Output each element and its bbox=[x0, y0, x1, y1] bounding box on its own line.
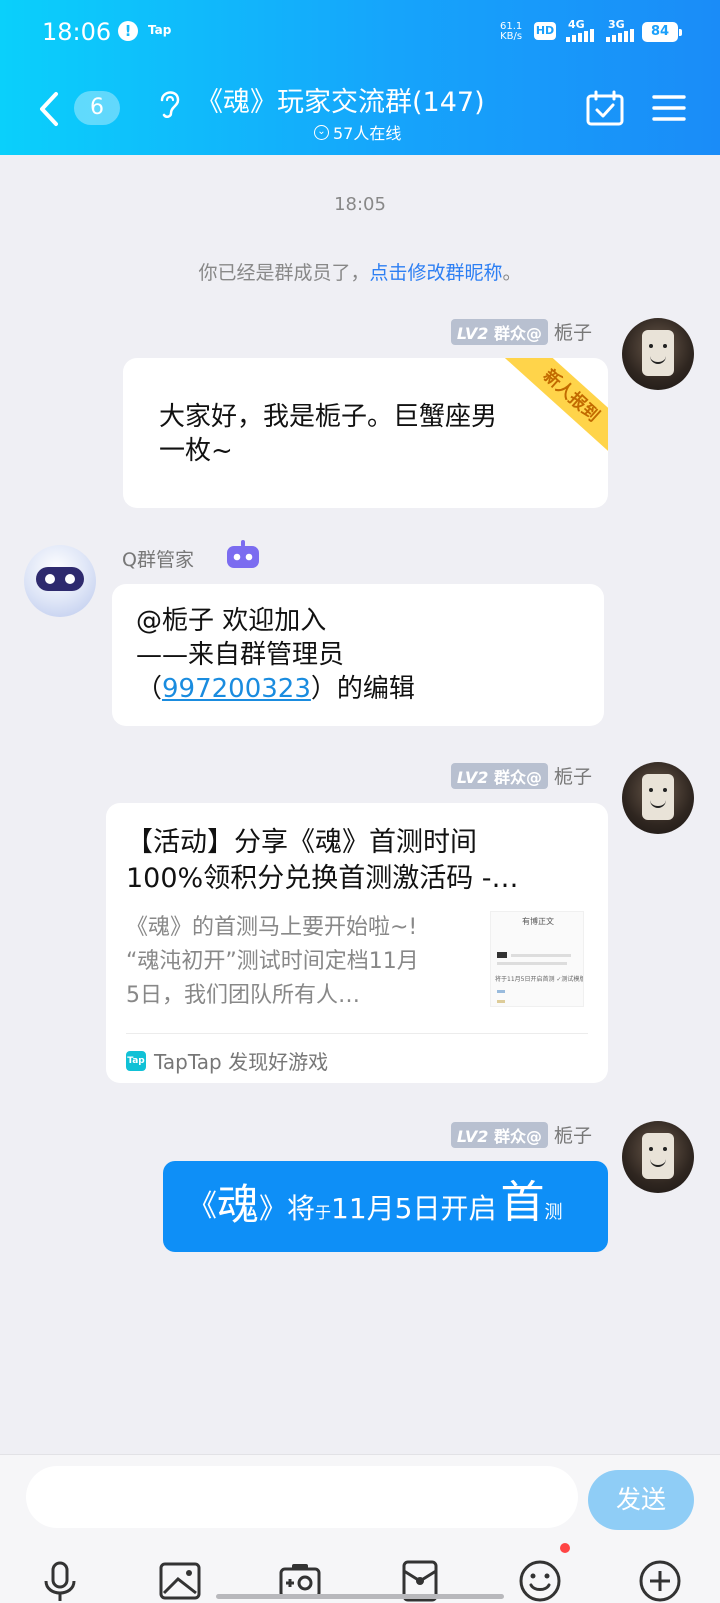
input-bar: 发送 bbox=[0, 1454, 720, 1603]
thumb-mark bbox=[497, 990, 505, 993]
message-line: （997200323）的编辑 bbox=[136, 672, 415, 706]
message-line: @栀子 欢迎加入 bbox=[136, 606, 327, 636]
admin-qq-link[interactable]: 997200323 bbox=[162, 674, 311, 704]
calendar-check-icon[interactable] bbox=[586, 90, 624, 126]
message-bubble[interactable]: 大家好，我是栀子。巨蟹座男 一枚~ 新人报到 bbox=[123, 358, 608, 508]
card-desc-line: 5日，我们团队所有人… bbox=[126, 983, 360, 1008]
chat-header: 18:06 ! Tap 61.1 KB/s HD 4G 3G 84 6 《魂》玩… bbox=[0, 0, 720, 155]
message-text: @栀子 欢迎加入 ——来自群管理员 （997200323）的编辑 bbox=[136, 604, 415, 706]
edit-nickname-link[interactable]: 点击修改群昵称 bbox=[369, 262, 502, 284]
thumb-line bbox=[511, 954, 571, 957]
level-badge: LV2 bbox=[456, 323, 489, 343]
message-text: 大家好，我是栀子。巨蟹座男 一枚~ bbox=[159, 400, 497, 468]
online-status[interactable]: ⌄ 57人在线 bbox=[314, 120, 401, 144]
system-message: 你已经是群成员了，点击修改群昵称。 bbox=[0, 258, 720, 285]
role-label: 群众@ bbox=[493, 1126, 542, 1146]
thumb-title: 有博正文 bbox=[522, 917, 554, 926]
chat-timestamp: 18:05 bbox=[334, 194, 386, 215]
bot-sender-name[interactable]: Q群管家 bbox=[122, 545, 194, 572]
message-text-part: （ bbox=[136, 674, 163, 704]
bot-avatar[interactable] bbox=[24, 545, 96, 617]
message-text-part: 测 bbox=[544, 1202, 563, 1223]
status-time: 18:06 bbox=[42, 18, 112, 46]
user-avatar[interactable] bbox=[622, 318, 694, 390]
chevron-down-circle-icon: ⌄ bbox=[314, 124, 329, 140]
message-text-part: ）的编辑 bbox=[310, 674, 415, 704]
sender-name[interactable]: 栀子 bbox=[554, 762, 592, 789]
card-title-line: 【活动】分享《魂》首测时间 bbox=[126, 827, 477, 858]
level-tag: LV2 群众@ bbox=[450, 318, 548, 345]
card-thumbnail: 有博正文 将于11月5日开启首测 ✓测试模版 bbox=[490, 911, 584, 1007]
menu-icon[interactable] bbox=[652, 94, 686, 122]
styled-message-bubble[interactable]: 《 魂 》将 于 11月5日开启 首 测 bbox=[163, 1161, 608, 1252]
user-avatar[interactable] bbox=[622, 1121, 694, 1193]
system-message-suffix: 。 bbox=[502, 262, 522, 284]
signal-bars-icon bbox=[566, 28, 594, 42]
role-label: 群众@ bbox=[493, 323, 542, 343]
card-desc-line: 《魂》的首测马上要开始啦~! bbox=[126, 915, 418, 940]
online-count: 57人在线 bbox=[333, 124, 402, 143]
sender-info: LV2 群众@ 栀子 bbox=[450, 1121, 592, 1148]
level-badge: LV2 bbox=[456, 1126, 489, 1146]
ear-icon[interactable] bbox=[156, 86, 184, 120]
taptap-icon: Tap bbox=[126, 1050, 146, 1071]
user-avatar[interactable] bbox=[622, 762, 694, 834]
message-text: 《 魂 》将 于 11月5日开启 首 测 bbox=[187, 1175, 563, 1231]
role-label: 群众@ bbox=[493, 767, 542, 787]
level-tag: LV2 群众@ bbox=[450, 1121, 548, 1148]
share-card[interactable]: 【活动】分享《魂》首测时间 100%领积分兑换首测激活码 -… 《魂》的首测马上… bbox=[106, 803, 608, 1083]
sender-info: LV2 群众@ 栀子 bbox=[450, 318, 592, 345]
message-bubble[interactable]: @栀子 欢迎加入 ——来自群管理员 （997200323）的编辑 bbox=[112, 584, 604, 726]
robot-icon bbox=[227, 540, 259, 568]
card-source: Tap TapTap 发现好游戏 bbox=[126, 1033, 588, 1075]
thumb-mark bbox=[497, 1000, 505, 1003]
emoji-icon[interactable] bbox=[518, 1559, 562, 1603]
card-desc-line: “魂沌初开”测试时间定档11月 bbox=[126, 949, 419, 974]
sender-name[interactable]: 栀子 bbox=[554, 1121, 592, 1148]
message-text-part: 》将 bbox=[259, 1192, 316, 1225]
card-source-label: TapTap 发现好游戏 bbox=[154, 1050, 329, 1074]
level-badge: LV2 bbox=[456, 767, 489, 787]
battery-icon: 84 bbox=[642, 22, 682, 42]
group-title[interactable]: 《魂》玩家交流群(147) bbox=[196, 80, 485, 119]
thumb-line bbox=[497, 962, 567, 965]
unread-count-badge[interactable]: 6 bbox=[74, 91, 120, 125]
message-line: 一枚~ bbox=[159, 436, 233, 466]
card-title: 【活动】分享《魂》首测时间 100%领积分兑换首测激活码 -… bbox=[126, 825, 566, 897]
card-description: 《魂》的首测马上要开始啦~! “魂沌初开”测试时间定档11月 5日，我们团队所有… bbox=[126, 911, 476, 1013]
sender-info: LV2 群众@ 栀子 bbox=[450, 762, 592, 789]
card-title-line: 100%领积分兑换首测激活码 -… bbox=[126, 863, 519, 894]
back-arrow-icon[interactable] bbox=[34, 88, 64, 130]
system-message-text: 你已经是群成员了， bbox=[198, 262, 370, 284]
thumb-caption: 将于11月5日开启首测 ✓测试模版 bbox=[495, 976, 583, 983]
microphone-icon[interactable] bbox=[38, 1559, 82, 1603]
message-text-part: 11月5日开启 bbox=[331, 1192, 497, 1225]
network-speed-unit: KB/s bbox=[500, 31, 523, 42]
alert-icon: ! bbox=[118, 21, 138, 41]
message-text-part: 《 bbox=[187, 1189, 217, 1224]
notification-dot bbox=[560, 1543, 570, 1553]
taptap-notification-icon: Tap bbox=[148, 23, 172, 37]
message-text-part: 魂 bbox=[217, 1180, 260, 1229]
newcomer-ribbon: 新人报到 bbox=[504, 358, 608, 459]
home-indicator[interactable] bbox=[216, 1594, 504, 1599]
signal-bars-icon bbox=[606, 28, 634, 42]
image-icon[interactable] bbox=[158, 1559, 202, 1603]
message-text-part: 首 bbox=[500, 1177, 545, 1228]
message-line: 大家好，我是栀子。巨蟹座男 bbox=[159, 402, 498, 432]
plus-icon[interactable] bbox=[638, 1559, 682, 1603]
message-text-part: 于 bbox=[315, 1203, 332, 1222]
sender-name[interactable]: 栀子 bbox=[554, 318, 592, 345]
network-speed: 61.1 KB/s bbox=[500, 22, 522, 42]
thumb-image-block bbox=[497, 952, 507, 958]
level-tag: LV2 群众@ bbox=[450, 762, 548, 789]
send-button[interactable]: 发送 bbox=[588, 1470, 694, 1530]
message-input[interactable] bbox=[26, 1466, 578, 1528]
hd-icon: HD bbox=[534, 22, 556, 40]
status-bar: 18:06 ! Tap 61.1 KB/s HD 4G 3G 84 bbox=[0, 0, 720, 62]
message-line: ——来自群管理员 bbox=[136, 640, 345, 670]
